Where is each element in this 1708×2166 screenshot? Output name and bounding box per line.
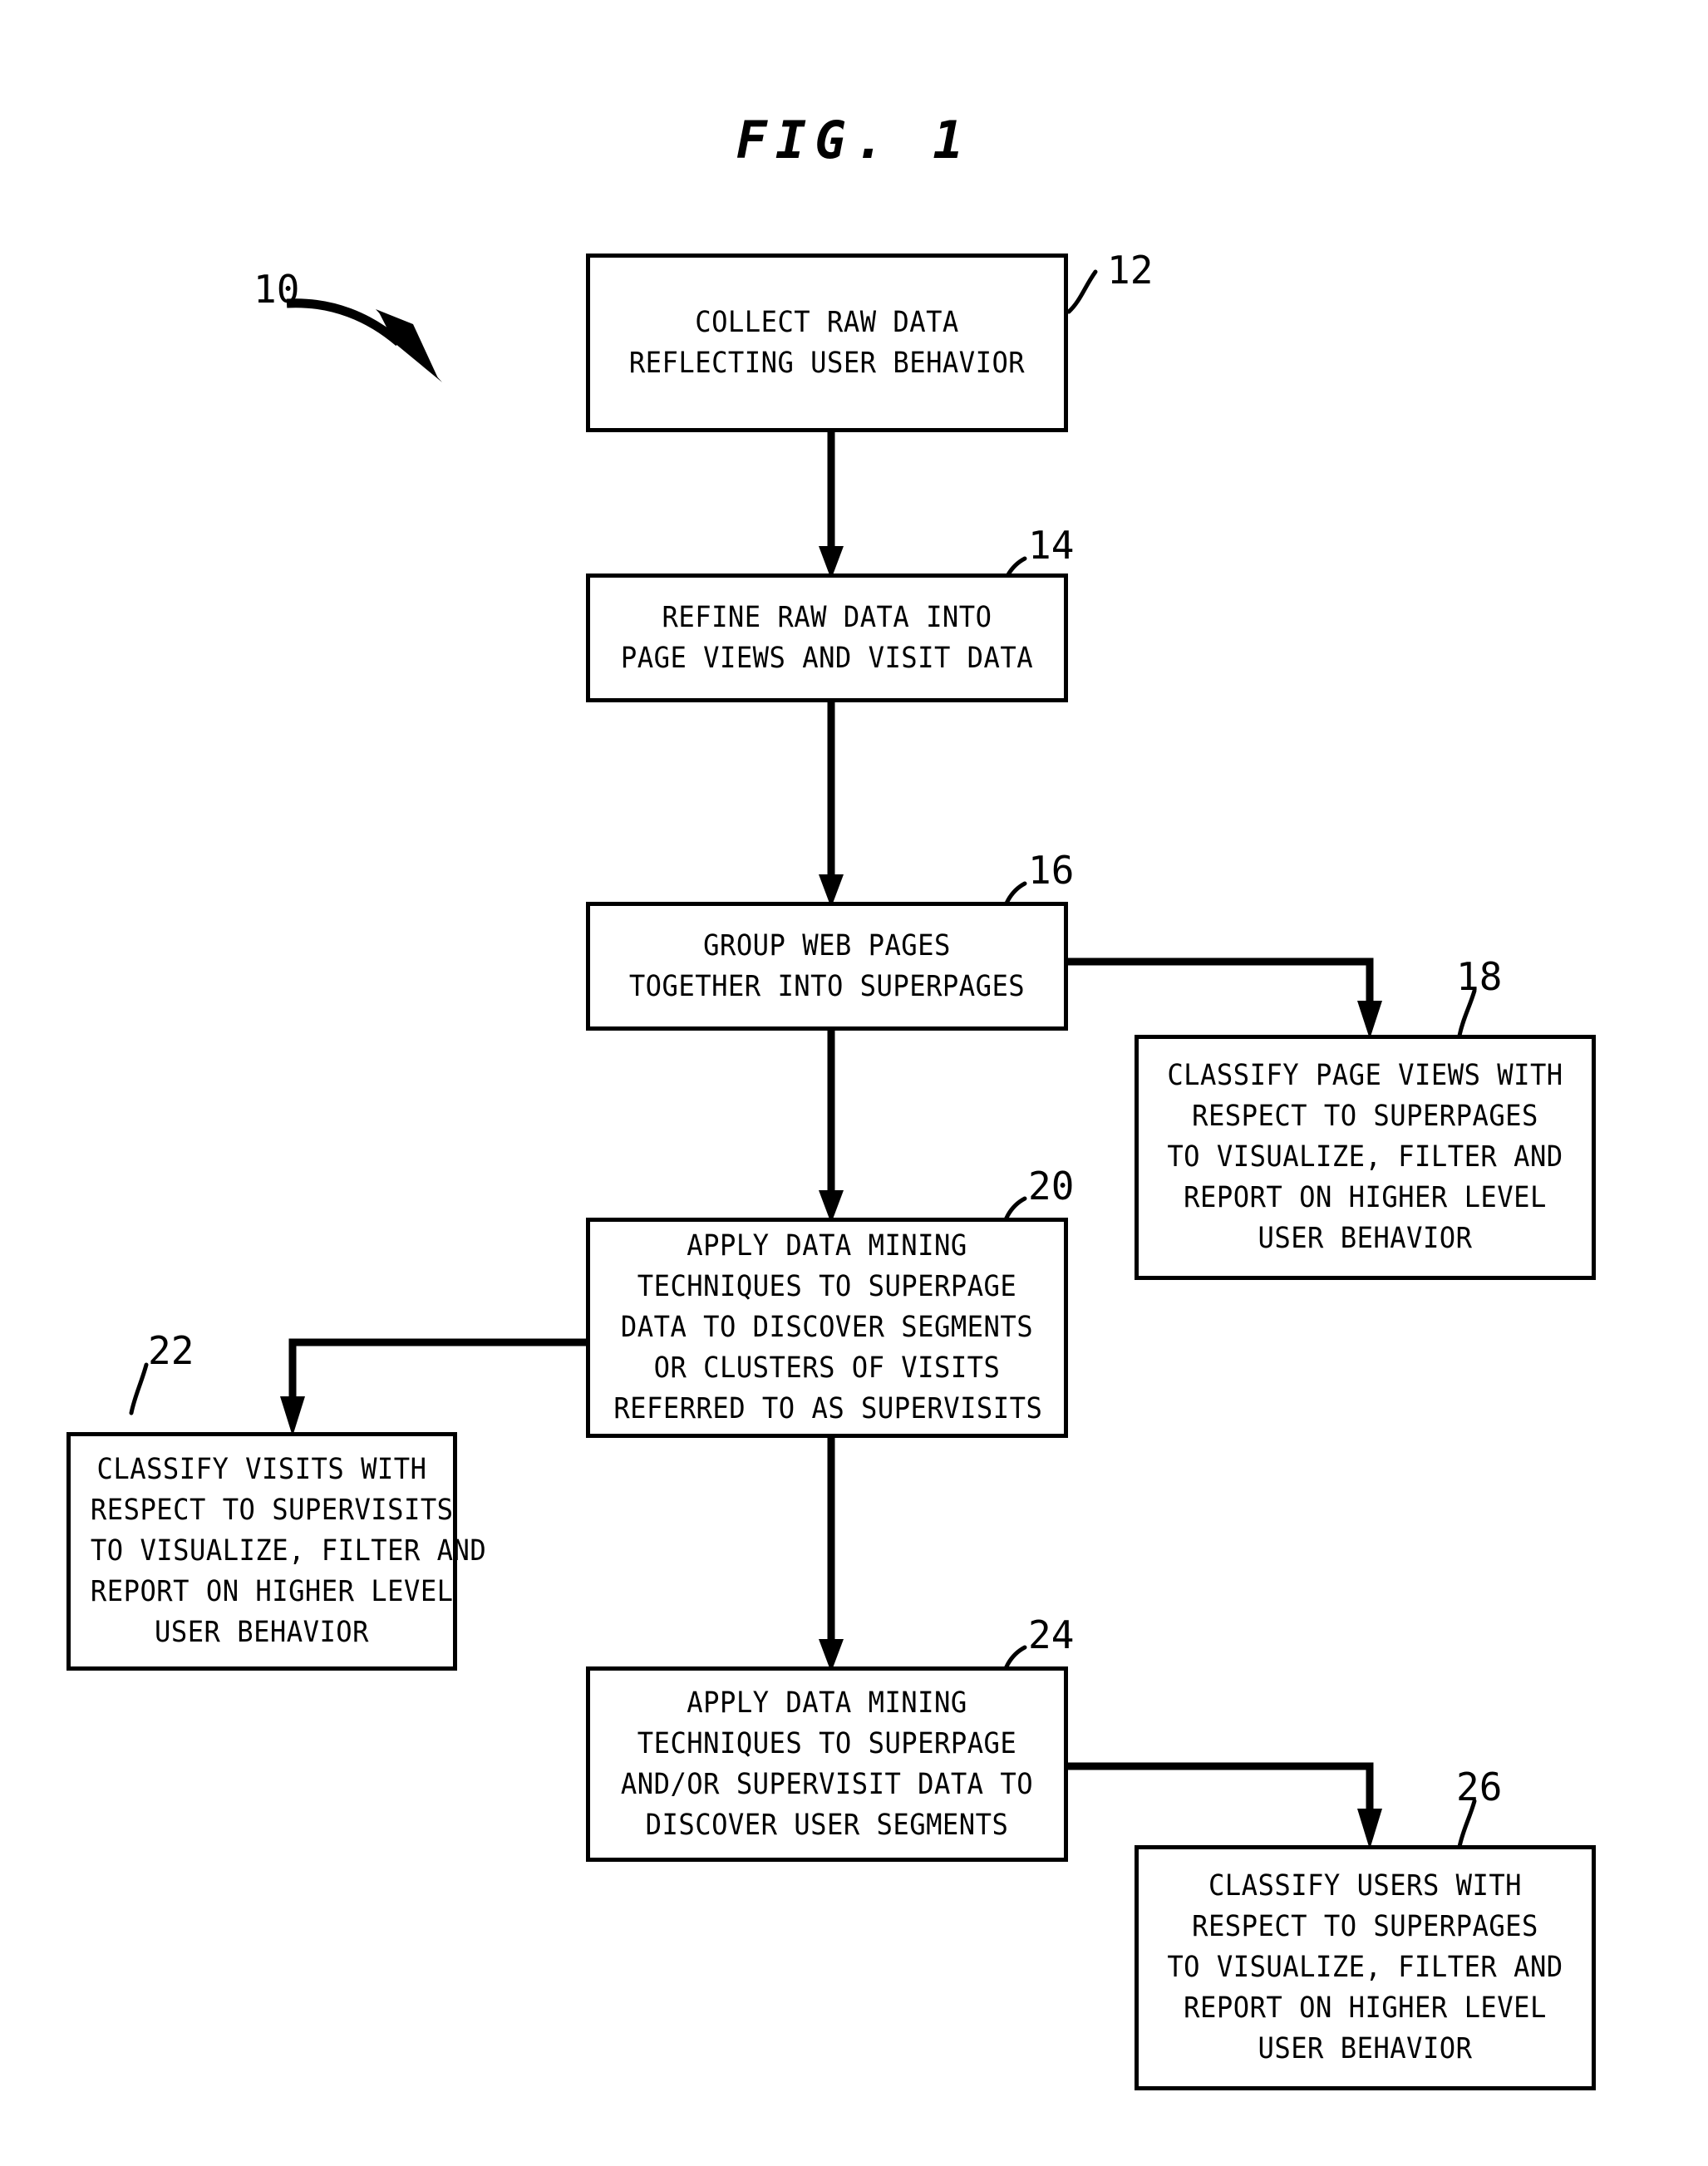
box-26-line-1: CLASSIFY USERS WITH bbox=[1208, 1869, 1523, 1903]
patent-figure: FIG. 1 10 12 14 16 18 20 22 24 26 COLLEC… bbox=[0, 0, 1708, 2166]
box-26-line-4: REPORT ON HIGHER LEVEL bbox=[1184, 1991, 1547, 2025]
box-24-line-2: TECHNIQUES TO SUPERPAGE bbox=[637, 1726, 1017, 1760]
box-20-line-2: TECHNIQUES TO SUPERPAGE bbox=[637, 1270, 1017, 1303]
connector-16-to-18 bbox=[1068, 957, 1374, 1007]
box-12-line-1: COLLECT RAW DATA bbox=[695, 305, 959, 339]
box-14-line-2: PAGE VIEWS AND VISIT DATA bbox=[620, 641, 1034, 675]
process-box-classify-visits: CLASSIFY VISITS WITH RESPECT TO SUPERVIS… bbox=[66, 1432, 487, 1671]
box-20-line-5: REFERRED TO AS SUPERVISITS bbox=[613, 1392, 1043, 1425]
connector-20-to-22 bbox=[288, 1338, 586, 1403]
box-22-line-5: USER BEHAVIOR bbox=[154, 1616, 370, 1649]
box-22-line-3: TO VISUALIZE, FILTER AND bbox=[90, 1534, 487, 1568]
box-16-line-1: GROUP WEB PAGES bbox=[703, 928, 951, 962]
box-18-line-4: REPORT ON HIGHER LEVEL bbox=[1184, 1181, 1547, 1214]
box-18-line-2: RESPECT TO SUPERPAGES bbox=[1192, 1100, 1538, 1133]
box-26-line-3: TO VISUALIZE, FILTER AND bbox=[1167, 1951, 1563, 1984]
arrowhead-20-to-22 bbox=[280, 1396, 305, 1436]
box-24-line-3: AND/OR SUPERVISIT DATA TO bbox=[620, 1767, 1034, 1801]
box-26-line-2: RESPECT TO SUPERPAGES bbox=[1192, 1910, 1538, 1943]
leader-ref-12 bbox=[1066, 269, 1098, 314]
assembly-leader-line bbox=[286, 298, 402, 347]
process-box-apply-data-mining-supervisits: APPLY DATA MINING TECHNIQUES TO SUPERPAG… bbox=[586, 1218, 1068, 1438]
box-20-line-1: APPLY DATA MINING bbox=[687, 1229, 967, 1263]
arrowhead-24-to-26 bbox=[1357, 1809, 1382, 1849]
ref-numeral-10: 10 bbox=[253, 267, 300, 312]
ref-numeral-12: 12 bbox=[1107, 248, 1154, 293]
process-box-refine-raw-data: REFINE RAW DATA INTO PAGE VIEWS AND VISI… bbox=[586, 573, 1068, 702]
box-20-line-3: DATA TO DISCOVER SEGMENTS bbox=[620, 1311, 1034, 1344]
process-box-apply-data-mining-user-segments: APPLY DATA MINING TECHNIQUES TO SUPERPAG… bbox=[586, 1666, 1068, 1862]
ref-numeral-18: 18 bbox=[1456, 954, 1503, 999]
process-box-collect-raw-data: COLLECT RAW DATA REFLECTING USER BEHAVIO… bbox=[586, 254, 1068, 432]
process-box-group-web-pages: GROUP WEB PAGES TOGETHER INTO SUPERPAGES bbox=[586, 902, 1068, 1031]
box-22-line-4: REPORT ON HIGHER LEVEL bbox=[90, 1575, 454, 1608]
process-box-classify-page-views: CLASSIFY PAGE VIEWS WITH RESPECT TO SUPE… bbox=[1135, 1035, 1596, 1280]
ref-numeral-14: 14 bbox=[1028, 523, 1075, 568]
box-22-line-1: CLASSIFY VISITS WITH bbox=[96, 1453, 427, 1486]
leader-ref-22 bbox=[129, 1362, 149, 1415]
ref-numeral-20: 20 bbox=[1028, 1164, 1075, 1209]
ref-numeral-22: 22 bbox=[148, 1328, 194, 1373]
box-24-line-4: DISCOVER USER SEGMENTS bbox=[645, 1808, 1009, 1842]
box-18-line-5: USER BEHAVIOR bbox=[1258, 1222, 1473, 1255]
ref-numeral-24: 24 bbox=[1028, 1612, 1075, 1657]
connector-24-to-26 bbox=[1068, 1762, 1374, 1815]
box-20-line-4: OR CLUSTERS OF VISITS bbox=[653, 1351, 1001, 1385]
box-24-line-1: APPLY DATA MINING bbox=[687, 1686, 967, 1720]
box-22-line-2: RESPECT TO SUPERVISITS bbox=[90, 1494, 454, 1527]
box-18-line-3: TO VISUALIZE, FILTER AND bbox=[1167, 1140, 1563, 1174]
arrowhead-16-to-18 bbox=[1357, 1001, 1382, 1039]
ref-numeral-16: 16 bbox=[1028, 848, 1075, 893]
box-26-line-5: USER BEHAVIOR bbox=[1258, 2032, 1473, 2065]
box-12-line-2: REFLECTING USER BEHAVIOR bbox=[628, 346, 1026, 380]
process-box-classify-users: CLASSIFY USERS WITH RESPECT TO SUPERPAGE… bbox=[1135, 1845, 1596, 2090]
box-18-line-1: CLASSIFY PAGE VIEWS WITH bbox=[1167, 1059, 1563, 1092]
ref-numeral-26: 26 bbox=[1456, 1765, 1503, 1809]
box-14-line-1: REFINE RAW DATA INTO bbox=[662, 600, 992, 634]
box-16-line-2: TOGETHER INTO SUPERPAGES bbox=[628, 969, 1026, 1003]
